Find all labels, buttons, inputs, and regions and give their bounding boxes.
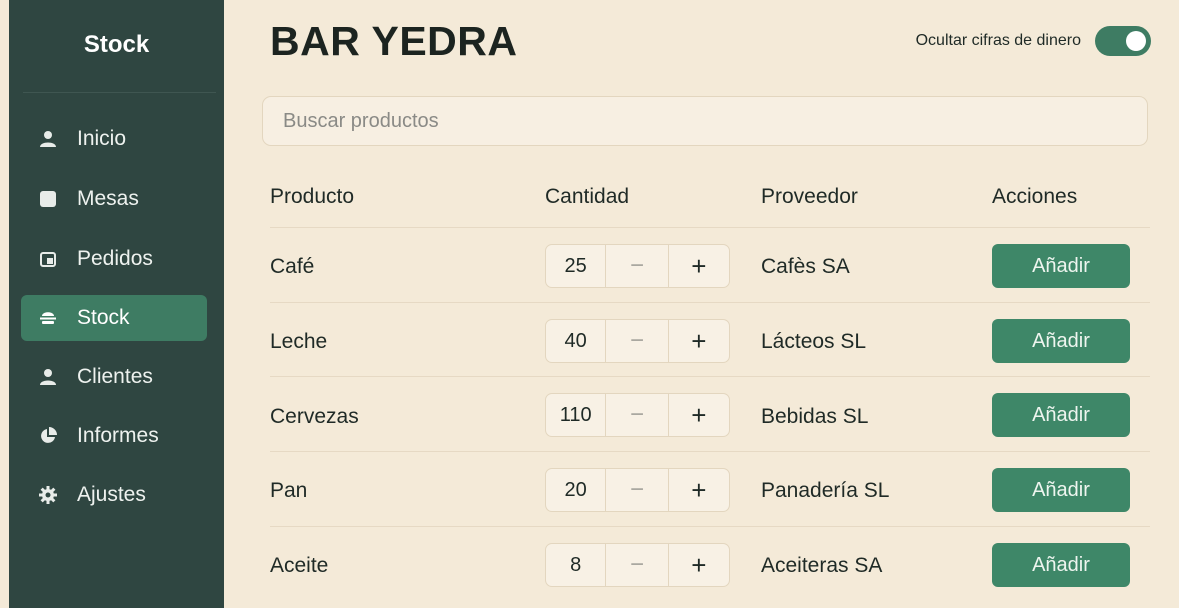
sidebar-item-label: Informes <box>77 424 159 447</box>
header-divider <box>270 227 1150 228</box>
gear-icon <box>35 485 61 505</box>
sidebar-item-informes[interactable]: Informes <box>21 413 207 459</box>
sidebar: Stock Inicio Mesas Pedidos Stock Cliente… <box>9 0 224 608</box>
sidebar-item-label: Stock <box>77 306 130 329</box>
product-name: Aceite <box>270 554 329 577</box>
main-content: BAR YEDRA Ocultar cifras de dinero Produ… <box>224 0 1179 608</box>
orders-icon <box>35 249 61 269</box>
column-header-cantidad: Cantidad <box>545 185 630 208</box>
user-icon <box>35 367 61 387</box>
product-name: Pan <box>270 479 308 502</box>
sidebar-divider <box>23 92 216 93</box>
page-title: BAR YEDRA <box>270 18 518 64</box>
pie-chart-icon <box>35 426 61 446</box>
add-button[interactable]: Añadir <box>992 543 1130 587</box>
increment-button[interactable]: + <box>669 394 729 436</box>
stock-icon <box>35 308 61 328</box>
toggle-knob <box>1126 31 1146 51</box>
user-icon <box>35 129 61 149</box>
row-divider <box>270 376 1150 377</box>
quantity-stepper: 110 − + <box>545 393 730 437</box>
decrement-button[interactable]: − <box>606 245 669 287</box>
supplier-name: Cafès SA <box>761 255 850 278</box>
decrement-button[interactable]: − <box>606 469 669 511</box>
quantity-value[interactable]: 25 <box>546 245 607 287</box>
sidebar-item-label: Inicio <box>77 127 127 150</box>
column-header-producto: Producto <box>270 185 355 208</box>
row-divider <box>270 451 1150 452</box>
app-window: Stock Inicio Mesas Pedidos Stock Cliente… <box>0 0 1179 608</box>
quantity-stepper: 40 − + <box>545 319 730 363</box>
sidebar-item-clientes[interactable]: Clientes <box>21 354 207 400</box>
product-name: Leche <box>270 330 328 353</box>
row-divider <box>270 302 1150 303</box>
sidebar-brand: Stock <box>83 31 150 58</box>
quantity-value[interactable]: 110 <box>546 394 607 436</box>
increment-button[interactable]: + <box>669 245 729 287</box>
quantity-value[interactable]: 8 <box>546 544 607 586</box>
sidebar-item-label: Ajustes <box>77 483 146 506</box>
increment-button[interactable]: + <box>669 469 729 511</box>
increment-button[interactable]: + <box>669 320 729 362</box>
quantity-value[interactable]: 20 <box>546 469 607 511</box>
quantity-value[interactable]: 40 <box>546 320 607 362</box>
product-name: Café <box>270 255 315 278</box>
row-divider <box>270 526 1150 527</box>
hide-money-toggle[interactable] <box>1095 26 1151 56</box>
column-header-acciones: Acciones <box>992 185 1078 208</box>
supplier-name: Lácteos SL <box>761 330 867 353</box>
square-icon <box>35 189 61 209</box>
hide-money-label: Ocultar cifras de dinero <box>915 32 1081 49</box>
sidebar-item-label: Clientes <box>77 365 153 388</box>
add-button[interactable]: Añadir <box>992 319 1130 363</box>
sidebar-item-ajustes[interactable]: Ajustes <box>21 472 207 518</box>
decrement-button[interactable]: − <box>606 320 669 362</box>
quantity-stepper: 20 − + <box>545 468 730 512</box>
supplier-name: Aceiteras SA <box>761 554 883 577</box>
supplier-name: Panadería SL <box>761 479 890 502</box>
sidebar-item-label: Mesas <box>77 187 139 210</box>
search-input[interactable] <box>262 96 1148 146</box>
add-button[interactable]: Añadir <box>992 468 1130 512</box>
decrement-button[interactable]: − <box>606 544 669 586</box>
sidebar-item-pedidos[interactable]: Pedidos <box>21 236 207 282</box>
supplier-name: Bebidas SL <box>761 405 869 428</box>
add-button[interactable]: Añadir <box>992 244 1130 288</box>
sidebar-item-inicio[interactable]: Inicio <box>21 116 207 162</box>
decrement-button[interactable]: − <box>606 394 669 436</box>
sidebar-item-stock[interactable]: Stock <box>21 295 207 341</box>
increment-button[interactable]: + <box>669 544 729 586</box>
product-name: Cervezas <box>270 405 359 428</box>
sidebar-item-mesas[interactable]: Mesas <box>21 176 207 222</box>
hide-money-toggle-group: Ocultar cifras de dinero <box>916 26 1151 56</box>
left-margin <box>0 0 9 608</box>
column-header-proveedor: Proveedor <box>761 185 858 208</box>
quantity-stepper: 25 − + <box>545 244 730 288</box>
add-button[interactable]: Añadir <box>992 393 1130 437</box>
sidebar-item-label: Pedidos <box>77 247 153 270</box>
quantity-stepper: 8 − + <box>545 543 730 587</box>
